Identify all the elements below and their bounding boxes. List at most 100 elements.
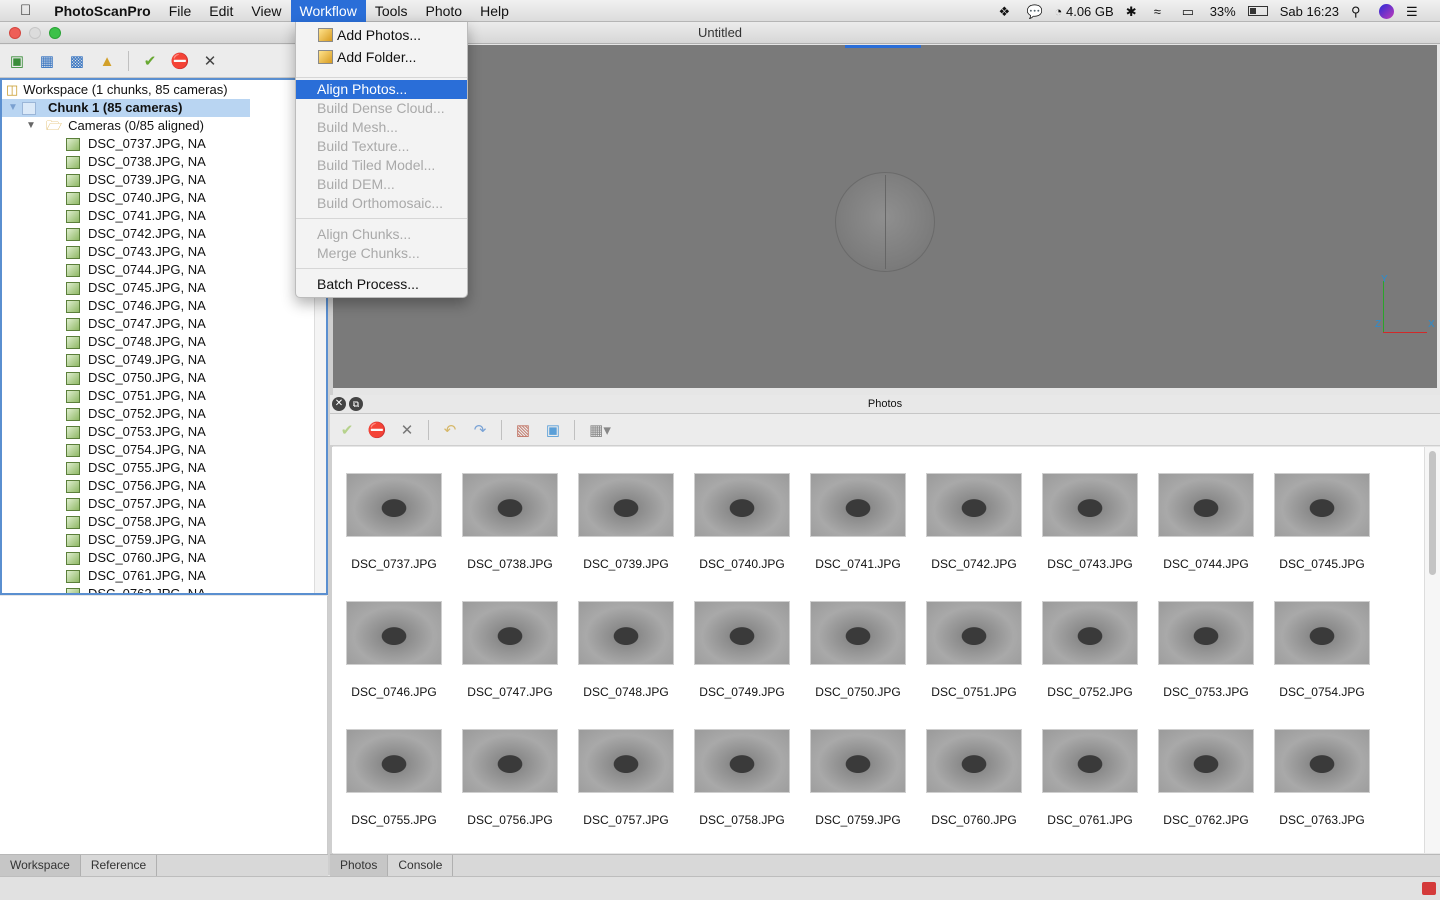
tree-workspace-root[interactable]: ◫ Workspace (1 chunks, 85 cameras) — [6, 81, 228, 99]
camera-item[interactable]: DSC_0741.JPG, NA — [66, 207, 206, 225]
tab-console[interactable]: Console — [388, 855, 454, 876]
filter-photos-icon[interactable]: ▣ — [540, 418, 566, 442]
menu-edit[interactable]: Edit — [200, 0, 242, 22]
photo-thumbnail[interactable] — [1274, 729, 1370, 793]
photo-thumbnail[interactable] — [1042, 729, 1138, 793]
photo-thumbnail[interactable] — [1042, 473, 1138, 537]
menu-file[interactable]: File — [160, 0, 201, 22]
tab-workspace[interactable]: Workspace — [0, 855, 81, 876]
photo-thumbnail[interactable] — [462, 473, 558, 537]
reset-filter-icon[interactable]: ▧ — [510, 418, 536, 442]
tab-reference[interactable]: Reference — [81, 855, 158, 876]
camera-item[interactable]: DSC_0737.JPG, NA — [66, 135, 206, 153]
messages-icon[interactable]: 💬 — [1027, 4, 1043, 19]
camera-item[interactable]: DSC_0753.JPG, NA — [66, 423, 206, 441]
dropbox-icon[interactable]: ❖ — [999, 4, 1015, 19]
camera-item[interactable]: DSC_0751.JPG, NA — [66, 387, 206, 405]
menu-item-align-chunks[interactable]: Align Chunks... — [296, 225, 467, 244]
photo-thumbnail[interactable] — [578, 601, 674, 665]
camera-item[interactable]: DSC_0760.JPG, NA — [66, 549, 206, 567]
notification-center-icon[interactable]: ☰ — [1406, 4, 1422, 19]
add-photos-icon[interactable]: ▦ — [34, 49, 60, 73]
menu-item-merge-chunks[interactable]: Merge Chunks... — [296, 244, 467, 263]
camera-item[interactable]: DSC_0762.JPG, NA — [66, 585, 206, 593]
battery-icon[interactable] — [1247, 6, 1268, 16]
menu-view[interactable]: View — [242, 0, 290, 22]
photos-grid[interactable]: DSC_0737.JPG DSC_0738.JPG DSC_0739.JPG DSC_… — [332, 447, 1424, 853]
photo-thumbnail[interactable] — [462, 601, 558, 665]
rotate-left-icon[interactable]: ↶ — [437, 418, 463, 442]
camera-item[interactable]: DSC_0739.JPG, NA — [66, 171, 206, 189]
camera-item[interactable]: DSC_0750.JPG, NA — [66, 369, 206, 387]
chunk-checkbox[interactable] — [22, 101, 36, 115]
battery-percent[interactable]: 33% — [1210, 4, 1236, 19]
photo-thumbnail[interactable] — [926, 601, 1022, 665]
photo-thumbnail[interactable] — [1158, 473, 1254, 537]
menu-item-build-texture[interactable]: Build Texture... — [296, 137, 467, 156]
tree-chunk-row[interactable]: ▼ Chunk 1 (85 cameras) — [2, 99, 250, 117]
photo-thumbnail[interactable] — [694, 473, 790, 537]
trackball-sphere[interactable] — [835, 172, 935, 272]
photo-thumbnail[interactable] — [346, 729, 442, 793]
camera-item[interactable]: DSC_0746.JPG, NA — [66, 297, 206, 315]
menu-item-build-dem[interactable]: Build DEM... — [296, 175, 467, 194]
disable-photo-icon[interactable]: ⛔ — [364, 418, 390, 442]
bluetooth-icon[interactable]: ✱ — [1126, 4, 1142, 19]
menu-item-build-mesh[interactable]: Build Mesh... — [296, 118, 467, 137]
camera-item[interactable]: DSC_0744.JPG, NA — [66, 261, 206, 279]
camera-item[interactable]: DSC_0756.JPG, NA — [66, 477, 206, 495]
photo-thumbnail[interactable] — [578, 473, 674, 537]
photo-thumbnail[interactable] — [810, 473, 906, 537]
camera-item[interactable]: DSC_0748.JPG, NA — [66, 333, 206, 351]
wifi-icon[interactable]: ≈ — [1154, 4, 1170, 19]
airplay-icon[interactable]: ▭ — [1182, 4, 1198, 19]
photo-thumbnail[interactable] — [1158, 601, 1254, 665]
add-folder-icon[interactable]: ▩ — [64, 49, 90, 73]
cameras-expand-arrow-icon[interactable]: ▼ — [26, 117, 46, 135]
photo-thumbnail[interactable] — [694, 729, 790, 793]
photo-thumbnail[interactable] — [926, 729, 1022, 793]
menu-item-build-orthomosaic[interactable]: Build Orthomosaic... — [296, 194, 467, 213]
enable-photo-icon[interactable]: ✔ — [334, 418, 360, 442]
photo-thumbnail[interactable] — [346, 473, 442, 537]
storage-indicator[interactable]: ◔ 4.06 GB — [1055, 4, 1114, 19]
photo-thumbnail[interactable] — [1274, 473, 1370, 537]
photos-scroll-thumb[interactable] — [1429, 451, 1436, 575]
tab-photos[interactable]: Photos — [330, 855, 389, 876]
add-chunk-icon[interactable]: ▣ — [4, 49, 30, 73]
workspace-tree[interactable]: ◫ Workspace (1 chunks, 85 cameras) ▼ Chu… — [0, 78, 328, 595]
camera-item[interactable]: DSC_0749.JPG, NA — [66, 351, 206, 369]
view-mode-dropdown-icon[interactable]: ▦▾ — [583, 418, 617, 442]
camera-item[interactable]: DSC_0759.JPG, NA — [66, 531, 206, 549]
disable-cameras-icon[interactable]: ⛔ — [167, 49, 193, 73]
photo-thumbnail[interactable] — [694, 601, 790, 665]
chunk-expand-arrow-icon[interactable]: ▼ — [2, 99, 22, 117]
menu-help[interactable]: Help — [471, 0, 518, 22]
photo-thumbnail[interactable] — [810, 729, 906, 793]
remove-items-icon[interactable]: ✕ — [197, 49, 223, 73]
tree-cameras-folder[interactable]: ▼ 🗁 Cameras (0/85 aligned) — [26, 117, 204, 135]
menu-tools[interactable]: Tools — [366, 0, 417, 22]
enable-cameras-icon[interactable]: ✔ — [137, 49, 163, 73]
photo-thumbnail[interactable] — [926, 473, 1022, 537]
spotlight-search-icon[interactable]: ⚲ — [1351, 4, 1367, 19]
photo-thumbnail[interactable] — [346, 601, 442, 665]
camera-item[interactable]: DSC_0757.JPG, NA — [66, 495, 206, 513]
photos-scrollbar[interactable] — [1424, 447, 1440, 853]
camera-item[interactable]: DSC_0747.JPG, NA — [66, 315, 206, 333]
menu-item-add-photos[interactable]: Add Photos... — [296, 26, 467, 45]
apple-menu-icon[interactable]:  — [0, 0, 45, 22]
photo-thumbnail[interactable] — [462, 729, 558, 793]
menu-item-batch-process[interactable]: Batch Process... — [296, 275, 467, 294]
menu-app-name[interactable]: PhotoScanPro — [45, 0, 159, 22]
menu-item-build-tiled-model[interactable]: Build Tiled Model... — [296, 156, 467, 175]
camera-item[interactable]: DSC_0752.JPG, NA — [66, 405, 206, 423]
camera-item[interactable]: DSC_0740.JPG, NA — [66, 189, 206, 207]
menu-photo[interactable]: Photo — [417, 0, 472, 22]
rotate-right-icon[interactable]: ↷ — [467, 418, 493, 442]
menu-item-add-folder[interactable]: Add Folder... — [296, 48, 467, 67]
camera-item[interactable]: DSC_0761.JPG, NA — [66, 567, 206, 585]
status-alert-icon[interactable] — [1422, 882, 1436, 895]
remove-photo-icon[interactable]: ✕ — [394, 418, 420, 442]
photo-thumbnail[interactable] — [578, 729, 674, 793]
